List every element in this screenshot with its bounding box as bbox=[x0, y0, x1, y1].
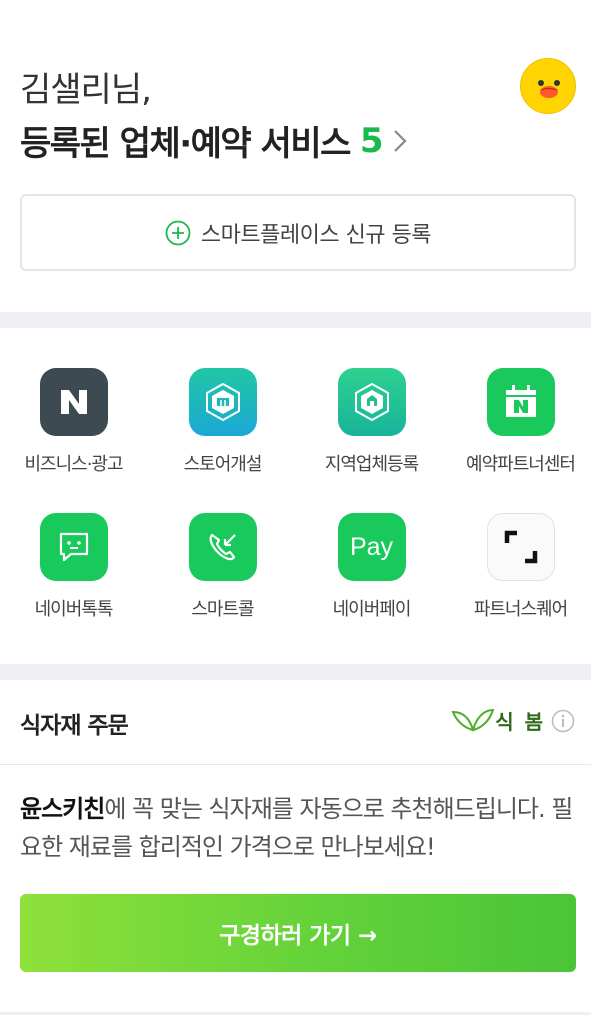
phone-call-icon bbox=[188, 513, 257, 581]
tile-label: 스마트콜 bbox=[191, 599, 254, 620]
section-divider bbox=[0, 664, 591, 680]
services-label: 등록된 업체·예약 서비스 bbox=[20, 124, 351, 164]
tile-label: 네이버페이 bbox=[332, 599, 412, 620]
header: 김샐리님, 등록된 업체·예약 서비스 5 스마트플레이스 신규 등록 bbox=[0, 0, 591, 312]
chat-bubble-icon bbox=[39, 513, 108, 581]
chevron-right-icon bbox=[390, 124, 416, 158]
browse-button[interactable]: 구경하러 가기 → bbox=[20, 894, 576, 972]
local-business-cube-icon bbox=[337, 368, 406, 436]
register-new-smartplace-button[interactable]: 스마트플레이스 신규 등록 bbox=[20, 194, 576, 271]
sally-avatar-icon[interactable] bbox=[520, 58, 576, 114]
tile-partner-square[interactable]: 파트너스퀘어 bbox=[447, 513, 591, 621]
square-frame-icon bbox=[486, 513, 555, 581]
service-grid: 비즈니스·광고 스토어개설 지역업체등록 예약파트너센터 네이버톡톡 스마트콜 … bbox=[0, 328, 591, 664]
section-title: 식자재 주문 bbox=[20, 713, 129, 739]
section-divider bbox=[0, 312, 591, 328]
tile-smartcall[interactable]: 스마트콜 bbox=[149, 513, 296, 621]
tile-label: 예약파트너센터 bbox=[466, 454, 576, 475]
tile-label: 파트너스퀘어 bbox=[473, 599, 568, 620]
tile-naver-talktalk[interactable]: 네이버톡톡 bbox=[0, 513, 147, 621]
info-icon[interactable] bbox=[551, 709, 575, 733]
store-name: 윤스키친 bbox=[20, 795, 105, 823]
leaf-logo-icon bbox=[451, 708, 495, 731]
recommendation-text: 윤스키친에 꼭 맞는 식자재를 자동으로 추천해드립니다. 필요한 재료를 합리… bbox=[20, 790, 580, 866]
ingredient-order-section: 식자재 주문 식 봄 윤스키친에 꼭 맞는 식자재를 자동으로 추천해드립니다.… bbox=[0, 680, 591, 1015]
services-count: 5 bbox=[359, 120, 384, 161]
tile-naver-pay[interactable]: Pay 네이버페이 bbox=[298, 513, 445, 621]
tile-label: 비즈니스·광고 bbox=[24, 454, 123, 475]
plus-circle-icon bbox=[165, 220, 191, 245]
tile-reservation-partner[interactable]: 예약파트너센터 bbox=[447, 368, 591, 476]
tile-local-business[interactable]: 지역업체등록 bbox=[298, 368, 445, 476]
tile-business-ads[interactable]: 비즈니스·광고 bbox=[0, 368, 147, 476]
greeting-text: 김샐리님, bbox=[20, 70, 152, 110]
tile-store-open[interactable]: 스토어개설 bbox=[149, 368, 296, 476]
sikbom-brand: 식 봄 bbox=[451, 706, 575, 735]
store-cube-icon bbox=[188, 368, 257, 436]
register-label: 스마트플레이스 신규 등록 bbox=[200, 222, 432, 248]
pay-icon: Pay bbox=[337, 513, 406, 581]
tile-label: 지역업체등록 bbox=[324, 454, 419, 475]
divider-line bbox=[0, 764, 591, 765]
calendar-n-icon bbox=[486, 368, 555, 436]
tile-label: 스토어개설 bbox=[183, 454, 263, 475]
registered-services-link[interactable]: 등록된 업체·예약 서비스 5 bbox=[20, 116, 416, 165]
naver-n-icon bbox=[39, 368, 108, 436]
brand-name: 식 봄 bbox=[495, 710, 545, 734]
tile-label: 네이버톡톡 bbox=[34, 599, 114, 620]
